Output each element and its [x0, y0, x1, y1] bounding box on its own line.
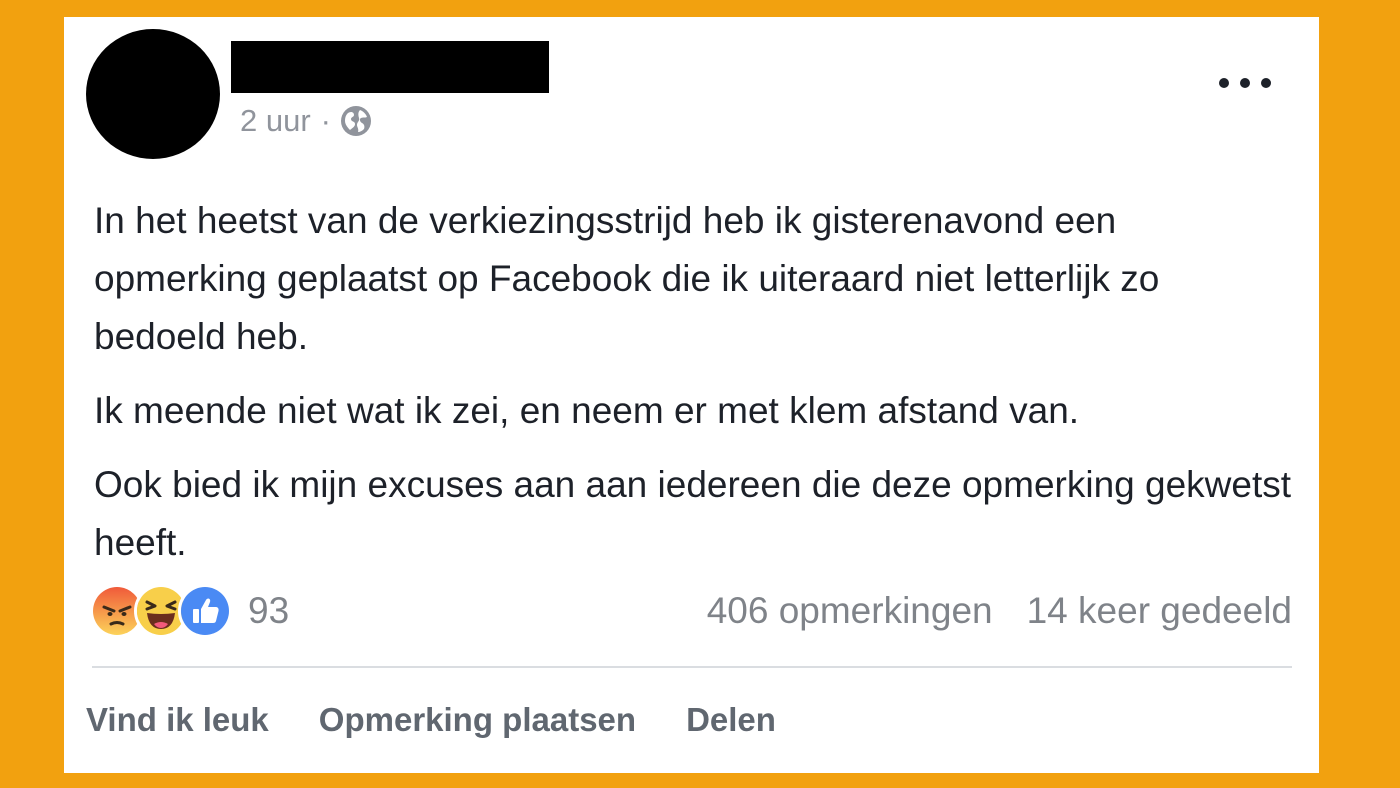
- post-meta: 2 uur ·: [240, 101, 373, 141]
- like-icon: [178, 584, 232, 638]
- globe-icon[interactable]: [339, 104, 373, 138]
- post-paragraph: Ik meende niet wat ik zei, en neem er me…: [94, 390, 1080, 431]
- dot-2: [1240, 78, 1250, 88]
- post-paragraph: In het heetst van de verkiezingsstrijd h…: [94, 200, 1160, 357]
- more-options-icon[interactable]: [1219, 71, 1271, 95]
- post-card: 2 uur · In het heetst van de verkiezings…: [64, 17, 1319, 773]
- post-stats: 93 406 opmerkingen 14 keer gedeeld: [90, 583, 1292, 639]
- dot-1: [1219, 78, 1229, 88]
- shares-count-link[interactable]: 14 keer gedeeld: [1027, 590, 1292, 632]
- post-content: In het heetst van de verkiezingsstrijd h…: [94, 192, 1294, 588]
- share-button[interactable]: Delen: [686, 701, 776, 739]
- dot-3: [1261, 78, 1271, 88]
- reaction-icons[interactable]: [90, 584, 232, 638]
- like-button[interactable]: Vind ik leuk: [86, 701, 269, 739]
- post-paragraph: Ook bied ik mijn excuses aan aan iederee…: [94, 464, 1292, 563]
- avatar[interactable]: [86, 29, 220, 159]
- reaction-count[interactable]: 93: [248, 590, 289, 632]
- post-timestamp[interactable]: 2 uur: [240, 103, 311, 139]
- meta-separator: ·: [320, 103, 331, 138]
- comment-button[interactable]: Opmerking plaatsen: [319, 701, 636, 739]
- author-name-redacted[interactable]: [231, 41, 549, 93]
- divider: [92, 666, 1292, 668]
- action-bar: Vind ik leuk Opmerking plaatsen Delen: [86, 697, 826, 743]
- comments-count-link[interactable]: 406 opmerkingen: [707, 590, 993, 632]
